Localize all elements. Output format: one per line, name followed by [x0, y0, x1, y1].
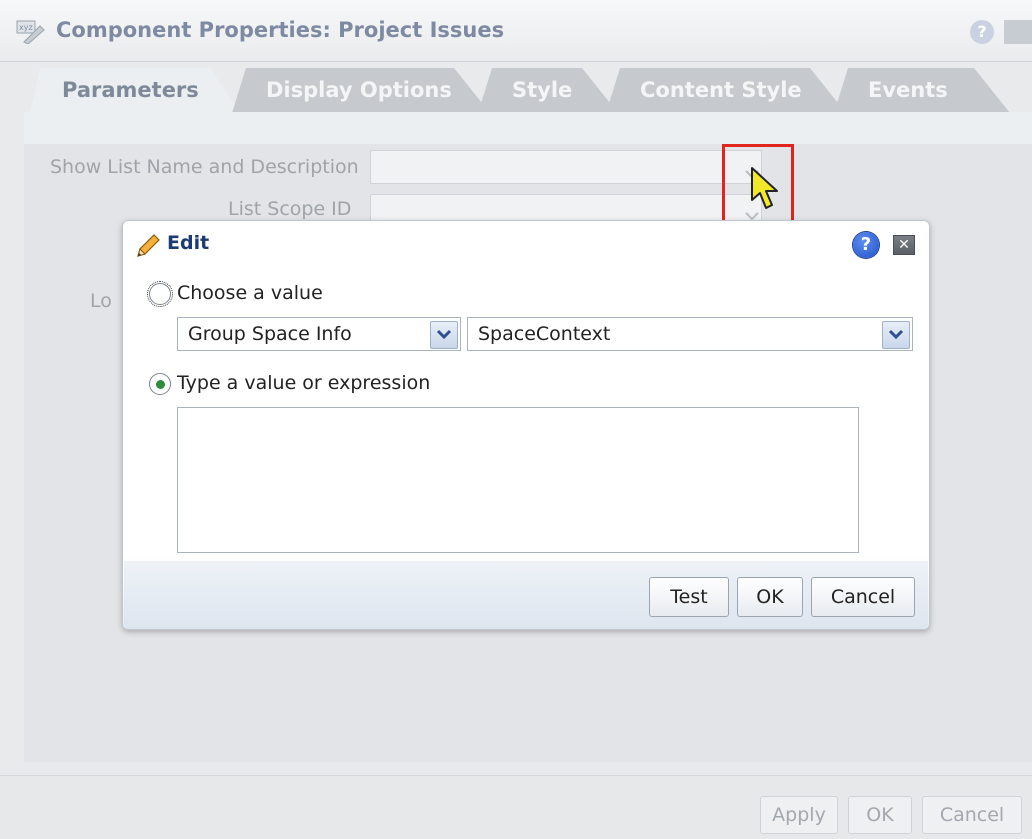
dialog-title: Edit — [167, 232, 210, 254]
list-scope-id-field[interactable] — [370, 194, 762, 222]
test-button[interactable]: Test — [649, 577, 729, 617]
apply-button[interactable]: Apply — [760, 796, 838, 834]
window-help-icon[interactable]: ? — [970, 20, 994, 44]
show-list-name-label: Show List Name and Description — [50, 156, 359, 178]
window-close-icon[interactable] — [1004, 20, 1032, 44]
show-list-name-field[interactable] — [370, 150, 762, 184]
cancel-button[interactable]: Cancel — [922, 796, 1022, 834]
expression-textarea[interactable] — [177, 407, 859, 553]
pencil-icon — [135, 233, 161, 259]
radio-selected-dot — [156, 380, 165, 389]
tab-parameters[interactable]: Parameters — [30, 68, 240, 113]
edit-dialog: Edit ? ✕ Choose a value Group Space Info… — [122, 220, 930, 630]
tab-panel-header — [24, 112, 1032, 144]
chevron-down-icon[interactable] — [882, 321, 910, 349]
mouse-pointer-icon — [748, 166, 780, 214]
ok-button[interactable]: OK — [848, 796, 912, 834]
tab-display-options[interactable]: Display Options — [232, 68, 490, 113]
expression-icon: xyz — [16, 20, 46, 45]
type-expression-radio[interactable] — [149, 373, 171, 395]
category-select-value: Group Space Info — [188, 323, 352, 345]
category-select[interactable]: Group Space Info — [177, 317, 461, 351]
choose-value-label: Choose a value — [177, 282, 323, 304]
type-expression-label: Type a value or expression — [177, 372, 431, 394]
help-icon[interactable]: ? — [853, 232, 879, 258]
cancel-button[interactable]: Cancel — [811, 577, 915, 617]
ok-button[interactable]: OK — [737, 577, 803, 617]
choose-value-radio[interactable] — [147, 281, 173, 307]
chevron-down-icon[interactable] — [430, 321, 458, 349]
window-title: Component Properties: Project Issues — [56, 18, 505, 42]
tab-content-style[interactable]: Content Style — [606, 68, 846, 113]
list-scope-id-label: List Scope ID — [228, 198, 352, 220]
property-select-value: SpaceContext — [478, 323, 611, 345]
dialog-footer — [124, 561, 928, 629]
close-icon[interactable]: ✕ — [893, 235, 915, 255]
hidden-field-label: Lo — [90, 290, 112, 312]
property-select[interactable]: SpaceContext — [467, 317, 913, 351]
svg-text:xyz: xyz — [19, 23, 33, 32]
